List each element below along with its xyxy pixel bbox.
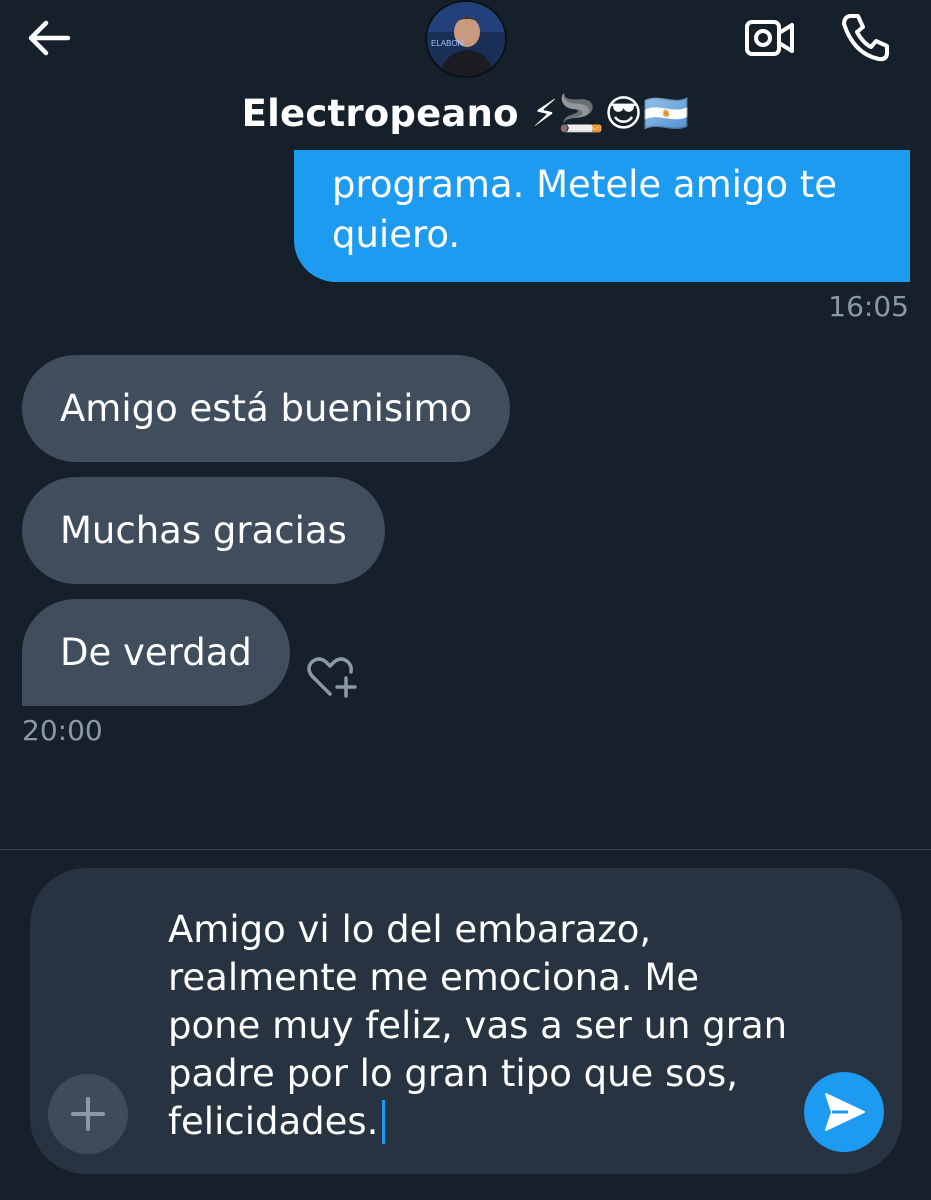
- svg-text:ELABON: ELABON: [431, 39, 464, 48]
- add-media-button[interactable]: [48, 1074, 128, 1154]
- incoming-message[interactable]: Amigo está buenisimo: [22, 355, 511, 462]
- incoming-message[interactable]: De verdad: [22, 599, 290, 706]
- voice-call-button[interactable]: [838, 10, 892, 64]
- contact-name-text: Electropeano: [241, 92, 519, 135]
- phone-icon: [842, 14, 889, 62]
- message-input[interactable]: Amigo vi lo del embarazo, realmente me e…: [168, 906, 788, 1146]
- text-caret: [382, 1100, 386, 1144]
- plus-icon: [71, 1097, 105, 1131]
- incoming-message-time: 20:00: [22, 714, 103, 747]
- arrow-left-icon: [28, 20, 71, 56]
- add-reaction-button[interactable]: [304, 652, 360, 700]
- back-button[interactable]: [22, 14, 76, 62]
- incoming-message[interactable]: Muchas gracias: [22, 477, 385, 584]
- message-composer: Amigo vi lo del embarazo, realmente me e…: [30, 868, 902, 1174]
- avatar[interactable]: ELABON: [425, 0, 507, 78]
- outgoing-message-text: programa. Metele amigo te quiero.: [332, 163, 838, 256]
- divider: [0, 849, 931, 850]
- video-call-icon: [745, 20, 794, 56]
- send-button[interactable]: [804, 1072, 884, 1152]
- incoming-message-text: Muchas gracias: [60, 509, 347, 552]
- message-input-text: Amigo vi lo del embarazo, realmente me e…: [168, 908, 788, 1143]
- video-call-button[interactable]: [744, 14, 796, 62]
- send-icon: [825, 1093, 865, 1131]
- conversation-header: ELABON Electropeano ⚡🚬😎🇦🇷: [0, 0, 931, 150]
- contact-photo: ELABON: [427, 2, 505, 76]
- outgoing-message-time: 16:05: [828, 290, 909, 323]
- incoming-message-text: De verdad: [60, 631, 252, 674]
- incoming-message-text: Amigo está buenisimo: [60, 387, 473, 430]
- contact-name[interactable]: Electropeano ⚡🚬😎🇦🇷: [0, 92, 931, 136]
- contact-emojis: ⚡🚬😎🇦🇷: [531, 92, 690, 135]
- heart-plus-icon: [307, 657, 357, 698]
